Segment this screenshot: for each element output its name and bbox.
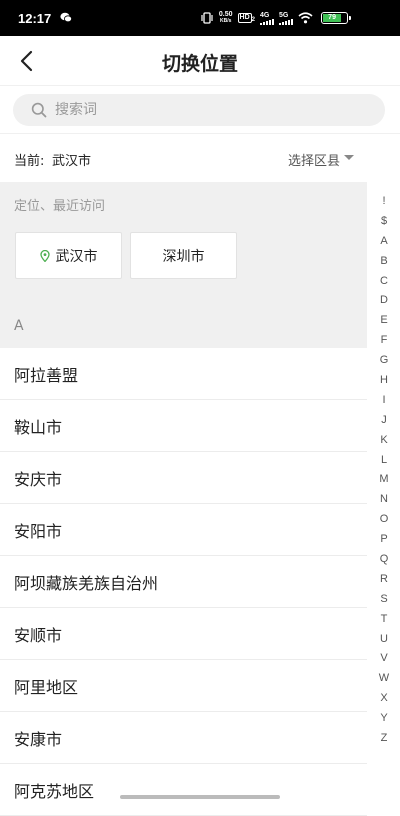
city-list-item[interactable]: 阿拉善盟: [0, 348, 367, 400]
index-letter[interactable]: L: [373, 451, 395, 471]
index-letter[interactable]: S: [373, 590, 395, 610]
index-letter[interactable]: E: [373, 311, 395, 331]
location-pin-icon: [39, 249, 50, 262]
speed-readout: 0.50 KB/s: [219, 11, 233, 25]
index-letter[interactable]: X: [373, 689, 395, 709]
city-list-item[interactable]: 阿里地区: [0, 660, 367, 712]
speed-unit: KB/s: [220, 18, 232, 24]
recent-section: 定位、最近访问 武汉市 深圳市 A: [0, 182, 367, 348]
battery-icon: 79: [321, 12, 351, 24]
index-letter[interactable]: A: [373, 232, 395, 252]
current-label: 当前:: [14, 154, 45, 169]
index-letter[interactable]: Y: [373, 709, 395, 729]
index-letter[interactable]: R: [373, 570, 395, 590]
search-icon: [31, 102, 47, 118]
search-box[interactable]: [13, 94, 385, 126]
index-letter[interactable]: M: [373, 470, 395, 490]
search-bar: [0, 86, 400, 134]
status-bar: 12:17 0.50 KB/s HD 2 4G 5G 79: [0, 0, 400, 36]
signal-icon-1: [260, 18, 274, 25]
index-letter[interactable]: W: [373, 669, 395, 689]
index-letter[interactable]: H: [373, 371, 395, 391]
network-5g: 5G: [279, 12, 293, 25]
hd-badge: HD 2: [237, 13, 255, 23]
index-letter[interactable]: P: [373, 530, 395, 550]
message-icon: [60, 12, 72, 23]
index-letter[interactable]: N: [373, 490, 395, 510]
vibrate-icon: [201, 12, 213, 24]
city-list-item[interactable]: 阿坝藏族羌族自治州: [0, 556, 367, 608]
index-letter[interactable]: Q: [373, 550, 395, 570]
recent-city-label: 深圳市: [162, 248, 205, 265]
index-letter[interactable]: C: [373, 272, 395, 292]
district-select[interactable]: 选择区县: [288, 150, 340, 169]
signal-icon-2: [279, 18, 293, 25]
network-4g-label: 4G: [260, 11, 270, 19]
wifi-icon: [298, 12, 313, 24]
city-list-item[interactable]: 安顺市: [0, 608, 367, 660]
city-list-item[interactable]: 安庆市: [0, 452, 367, 504]
battery-level: 79: [323, 14, 342, 22]
index-letter[interactable]: F: [373, 331, 395, 351]
index-letter[interactable]: U: [373, 630, 395, 650]
city-list-item[interactable]: 阿克苏地区: [0, 764, 367, 816]
index-letter[interactable]: G: [373, 351, 395, 371]
hd-label: HD: [237, 13, 252, 23]
speed-value: 0.50: [218, 11, 233, 18]
page-title: 切换位置: [161, 53, 238, 75]
index-letter[interactable]: Z: [373, 729, 395, 749]
header: 切换位置: [0, 36, 400, 86]
city-list-item[interactable]: 安阳市: [0, 504, 367, 556]
index-letter[interactable]: J: [373, 411, 395, 431]
status-time: 12:17: [18, 11, 52, 26]
search-input[interactable]: [55, 94, 375, 126]
index-letter[interactable]: I: [373, 391, 395, 411]
network-4g: 4G: [260, 12, 274, 25]
dropdown-arrow-icon[interactable]: [344, 155, 354, 160]
recent-city-chip-location[interactable]: 武汉市: [15, 232, 122, 279]
index-letter[interactable]: B: [373, 252, 395, 272]
index-letter[interactable]: V: [373, 649, 395, 669]
city-list-item[interactable]: 安康市: [0, 712, 367, 764]
home-indicator[interactable]: [120, 795, 280, 799]
section-header-letter: A: [14, 318, 24, 334]
city-list: 阿拉善盟 鞍山市 安庆市 安阳市 阿坝藏族羌族自治州 安顺市 阿里地区 安康市 …: [0, 348, 367, 816]
index-letter[interactable]: K: [373, 431, 395, 451]
recent-city-chip[interactable]: 深圳市: [130, 232, 237, 279]
recent-city-label: 武汉市: [55, 248, 98, 265]
alphabet-index[interactable]: ! $ A B C D E F G H I J K L M N O P Q R S T U V W X Y Z: [373, 192, 395, 749]
index-letter[interactable]: D: [373, 291, 395, 311]
recent-title: 定位、最近访问: [14, 199, 106, 214]
current-location-row: 当前: 武汉市 选择区县: [0, 134, 400, 182]
index-letter[interactable]: O: [373, 510, 395, 530]
city-list-item[interactable]: 鞍山市: [0, 400, 367, 452]
hd-sub: 2: [251, 17, 255, 23]
index-letter[interactable]: !: [373, 192, 395, 212]
network-5g-label: 5G: [279, 11, 289, 19]
current-city: 武汉市: [52, 154, 92, 169]
battery-tip: [349, 16, 351, 20]
index-letter[interactable]: $: [373, 212, 395, 232]
index-letter[interactable]: T: [373, 610, 395, 630]
